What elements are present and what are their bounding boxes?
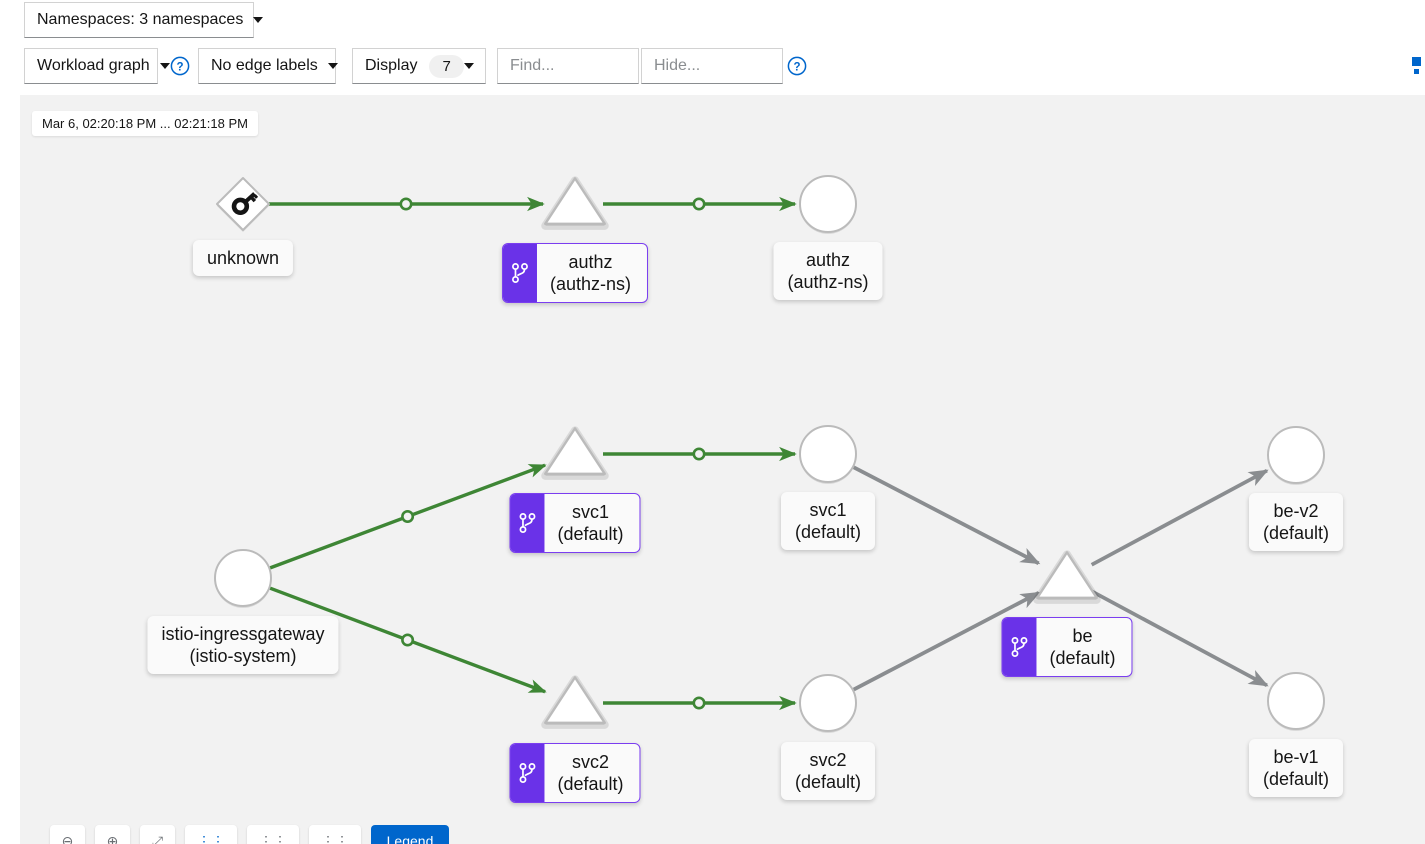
zoom-in-button[interactable]: ⊕ xyxy=(95,825,130,844)
node-label-be-v1-wl[interactable]: be-v1 (default) xyxy=(1248,739,1344,797)
node-label-text: authz (authz-ns) xyxy=(549,252,632,294)
code-branch-icon xyxy=(510,744,545,802)
hide-input[interactable] xyxy=(642,49,782,83)
chevron-down-icon xyxy=(327,63,338,69)
graph-edge[interactable] xyxy=(1090,468,1269,567)
svg-text:?: ? xyxy=(176,61,183,73)
namespaces-select[interactable]: Namespaces: 3 namespaces xyxy=(24,2,264,38)
chevron-down-icon xyxy=(463,63,474,69)
graph-type-select[interactable]: Workload graph xyxy=(24,48,170,84)
node-label-svc2-svc[interactable]: svc2 (default) xyxy=(509,743,641,803)
node-label-be-v2-wl[interactable]: be-v2 (default) xyxy=(1248,493,1344,551)
graph-node-be-svc[interactable] xyxy=(1033,550,1101,604)
graph-node-authz-wl[interactable] xyxy=(799,175,857,234)
graph-type-help-icon[interactable]: ? xyxy=(170,56,190,76)
find-input[interactable] xyxy=(498,49,638,83)
graph-edges-and-nodes xyxy=(214,175,1325,733)
graph-bottom-toolbar[interactable]: ⊖ ⊕ ⤢ ⋮⋮ ⋮⋮ ⋮⋮ Legend xyxy=(50,825,449,844)
edge-labels-select-label: No edge labels xyxy=(211,57,318,74)
find-hide-help-icon[interactable]: ? xyxy=(787,56,807,76)
layout-1-button[interactable]: ⋮⋮ xyxy=(185,825,237,844)
node-label-unknown[interactable]: unknown xyxy=(192,240,294,276)
graph-node-svc1-wl[interactable] xyxy=(799,425,857,484)
node-label-svc2-wl[interactable]: svc2 (default) xyxy=(780,742,876,800)
svg-text:?: ? xyxy=(793,61,800,73)
node-label-authz-svc[interactable]: authz (authz-ns) xyxy=(501,243,649,303)
chevron-down-icon xyxy=(159,63,170,69)
graph-node-unknown[interactable] xyxy=(216,177,270,232)
edge-midpoint-marker xyxy=(692,447,706,461)
graph-node-be-v2-wl[interactable] xyxy=(1267,426,1325,485)
graph-node-svc2-wl[interactable] xyxy=(799,674,857,733)
node-label-text: be (default) xyxy=(1049,626,1116,668)
graph-node-authz-svc[interactable] xyxy=(541,176,609,230)
node-label-text: svc1 (default) xyxy=(557,502,624,544)
graph-node-svc2-svc[interactable] xyxy=(541,675,609,729)
code-branch-icon xyxy=(1002,618,1037,676)
node-label-ingressgw[interactable]: istio-ingressgateway (istio-system) xyxy=(147,616,339,674)
graph-node-ingressgw[interactable] xyxy=(214,549,272,608)
display-option-count-badge: 7 xyxy=(429,54,464,78)
node-label-be-svc[interactable]: be (default) xyxy=(1001,617,1133,677)
code-branch-icon xyxy=(510,494,545,552)
graph-node-svc1-svc[interactable] xyxy=(541,426,609,480)
graph-node-be-v1-wl[interactable] xyxy=(1267,672,1325,731)
graph-edge[interactable] xyxy=(852,465,1041,565)
node-label-text: svc2 (default) xyxy=(557,752,624,794)
edge-midpoint-marker xyxy=(399,197,413,211)
edge-labels-select[interactable]: No edge labels xyxy=(198,48,338,84)
node-label-svc1-wl[interactable]: svc1 (default) xyxy=(780,492,876,550)
layout-3-button[interactable]: ⋮⋮ xyxy=(309,825,361,844)
zoom-out-button[interactable]: ⊖ xyxy=(50,825,85,844)
edge-midpoint-marker xyxy=(692,696,706,710)
edge-midpoint-marker xyxy=(401,510,415,524)
graph-type-select-label: Workload graph xyxy=(37,57,150,74)
edge-midpoint-marker xyxy=(692,197,706,211)
code-branch-icon xyxy=(502,244,537,302)
hide-input-wrapper[interactable] xyxy=(641,48,783,84)
legend-button[interactable]: Legend xyxy=(371,825,449,844)
graph-canvas[interactable]: Mar 6, 02:20:18 PM ... 02:21:18 PM unkno… xyxy=(20,95,1425,844)
node-label-authz-wl[interactable]: authz (authz-ns) xyxy=(773,242,883,300)
node-label-svc1-svc[interactable]: svc1 (default) xyxy=(509,493,641,553)
top-toolbar: Namespaces: 3 namespaces Workload graph … xyxy=(0,0,1425,95)
chevron-down-icon xyxy=(253,17,264,23)
edge-midpoint-marker xyxy=(401,633,415,647)
namespaces-select-label: Namespaces: 3 namespaces xyxy=(37,11,244,28)
graph-settings-icon-clipped[interactable] xyxy=(1411,55,1425,77)
find-input-wrapper[interactable] xyxy=(497,48,639,84)
fit-button[interactable]: ⤢ xyxy=(140,825,175,844)
display-select-label: Display xyxy=(365,57,418,74)
display-select[interactable]: Display 7 xyxy=(352,48,486,84)
layout-2-button[interactable]: ⋮⋮ xyxy=(247,825,299,844)
